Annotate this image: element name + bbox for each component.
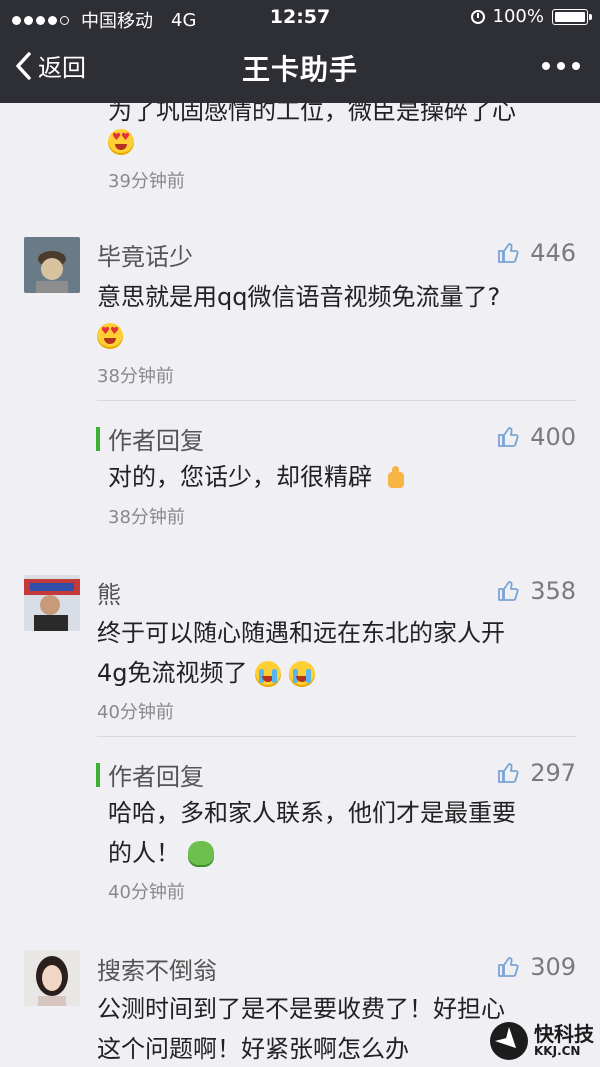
reply-text: 对的，您话少，却很精辟 (108, 459, 568, 495)
alarm-icon (470, 9, 485, 24)
avatar[interactable] (24, 950, 80, 1006)
like-count: 400 (530, 423, 576, 451)
comment-list[interactable]: 为了巩固感情的工位，微臣是操碎了心 39分钟前 毕竟话少 446 意思就是用qq… (0, 103, 600, 1067)
comment-author[interactable]: 毕竟话少 (97, 237, 193, 272)
avatar-illustration-icon (24, 950, 80, 1006)
partial-comment-text: 为了巩固感情的工位，微臣是操碎了心 (108, 103, 516, 125)
status-right: 100% (470, 6, 592, 27)
status-bar: 中国移动 4G 12:57 100% (0, 0, 600, 34)
like-count: 358 (530, 577, 576, 605)
reply-text-line: 的人！ (108, 835, 568, 871)
thumbs-up-icon (498, 763, 519, 783)
top-bar: 中国移动 4G 12:57 100% 返回 王卡助手 (0, 0, 600, 103)
watermark-text: 快科技 KKJ.CN (534, 1024, 594, 1058)
watermark-logo: 快科技 KKJ.CN (490, 1022, 594, 1060)
thumbs-up-emoji-icon (380, 466, 410, 490)
green-face-emoji-icon (187, 841, 214, 867)
battery-icon (552, 8, 592, 25)
comment-time: 38分钟前 (97, 366, 174, 387)
like-count: 446 (530, 239, 576, 267)
comment-time: 40分钟前 (97, 702, 174, 723)
avatar[interactable] (24, 575, 80, 631)
partial-comment-time: 39分钟前 (108, 171, 185, 192)
partial-comment-emoji (108, 129, 134, 155)
thumbs-up-icon (498, 581, 519, 601)
heart-eyes-emoji-icon (108, 129, 134, 155)
divider (97, 736, 576, 737)
brand-logo-icon (490, 1022, 528, 1060)
author-reply-label: 作者回复 (96, 421, 204, 456)
reply-text-content: 的人！ (108, 839, 180, 867)
like-button[interactable]: 400 (496, 423, 576, 451)
watermark-brand: 快科技 (534, 1022, 594, 1046)
reply-indicator-bar (96, 762, 100, 787)
reply-label-text: 作者回复 (108, 427, 204, 455)
comment-author[interactable]: 熊 (97, 575, 121, 610)
like-button[interactable]: 309 (496, 953, 576, 981)
like-button[interactable]: 446 (496, 239, 576, 267)
thumbs-up-icon (498, 957, 519, 977)
more-options-icon[interactable] (542, 62, 580, 70)
reply-label-text: 作者回复 (108, 763, 204, 791)
avatar[interactable] (24, 237, 80, 293)
reply-time: 38分钟前 (108, 507, 185, 528)
heart-eyes-emoji-icon (97, 323, 123, 349)
like-count: 297 (530, 759, 576, 787)
page-title: 王卡助手 (241, 53, 358, 86)
author-reply-label: 作者回复 (96, 757, 204, 792)
crying-emoji-icon (255, 661, 282, 687)
like-button[interactable]: 358 (496, 577, 576, 605)
comment-text: 意思就是用qq微信语音视频免流量了? (97, 283, 501, 311)
reply-time: 40分钟前 (108, 882, 185, 903)
watermark-domain: KKJ.CN (534, 1044, 581, 1058)
like-button[interactable]: 297 (496, 759, 576, 787)
thumbs-up-icon (498, 427, 519, 447)
comment-author[interactable]: 搜索不倒翁 (97, 951, 217, 986)
crying-emoji-icon (288, 661, 315, 687)
comment-text-line: 4g免流视频了 (97, 655, 567, 691)
avatar-illustration-icon (24, 237, 80, 293)
reply-indicator-bar (96, 426, 100, 451)
comment-text-content: 4g免流视频了 (97, 659, 248, 687)
comment-text-line: 终于可以随心随遇和远在东北的家人开 (97, 619, 505, 647)
comment-emoji (97, 323, 123, 349)
like-count: 309 (530, 953, 576, 981)
battery-percent: 100% (492, 6, 544, 27)
reply-text-line: 哈哈，多和家人联系，他们才是最重要 (108, 799, 516, 827)
reply-text-content: 对的，您话少，却很精辟 (108, 463, 372, 491)
navigation-bar: 返回 王卡助手 (0, 34, 600, 103)
avatar-illustration-icon (24, 575, 80, 631)
divider (97, 400, 576, 401)
thumbs-up-icon (498, 243, 519, 263)
